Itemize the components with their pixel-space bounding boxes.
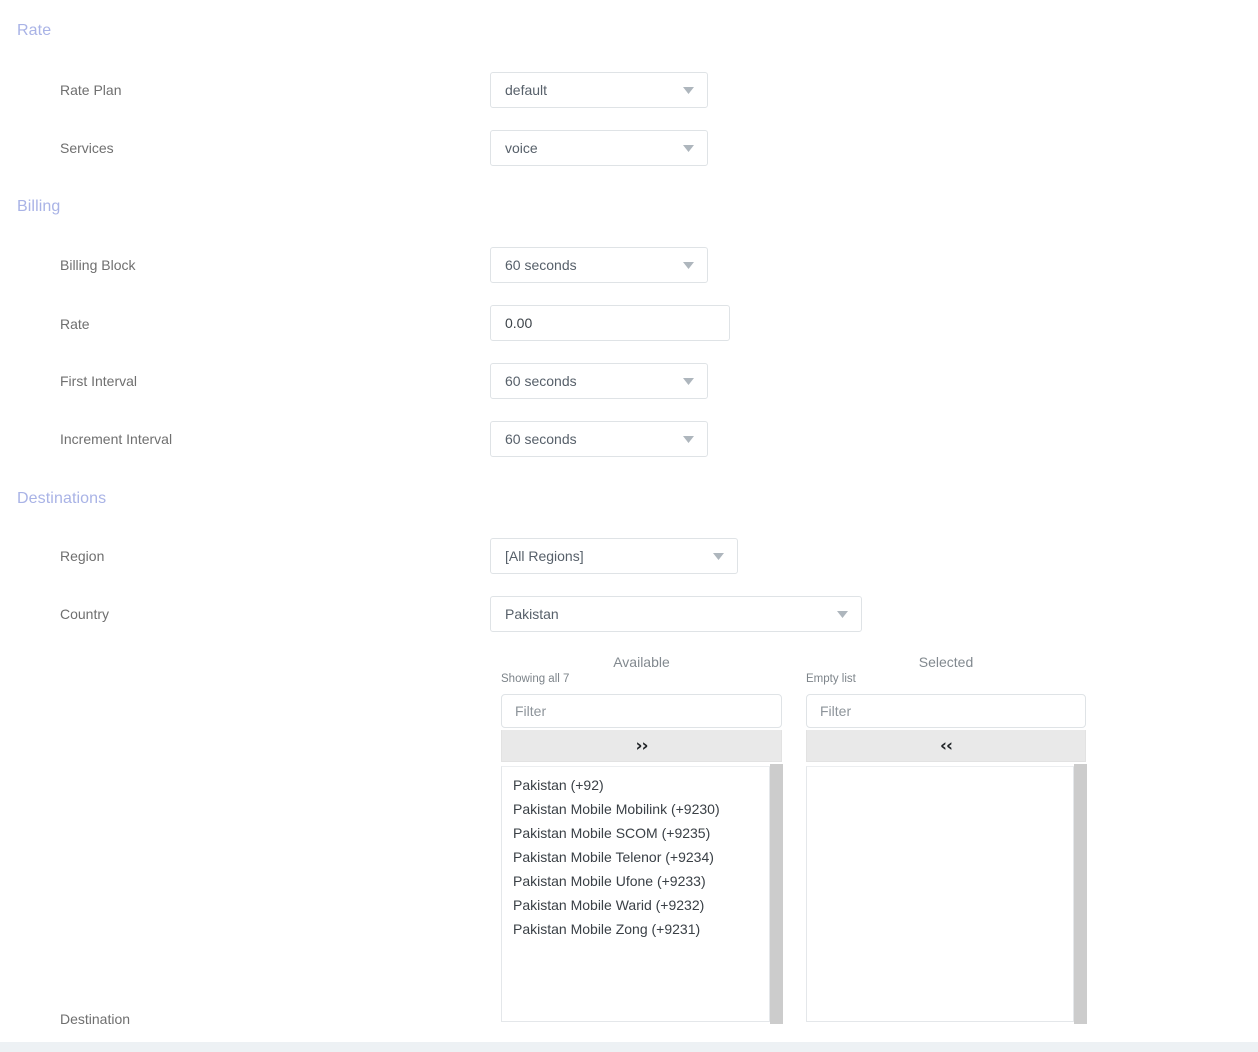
selected-panel-title: Selected [918, 654, 974, 670]
move-to-selected-button[interactable]: ›› [501, 730, 782, 762]
select-services-value: voice [505, 140, 538, 156]
chevron-down-icon [675, 435, 701, 443]
selected-list [807, 767, 1073, 773]
available-listbox[interactable]: Pakistan (+92) Pakistan Mobile Mobilink … [501, 766, 770, 1022]
select-country-value: Pakistan [505, 606, 559, 622]
label-destination: Destination [60, 1011, 131, 1027]
select-increment-interval[interactable]: 60 seconds [490, 421, 708, 457]
list-item[interactable]: Pakistan Mobile Ufone (+9233) [502, 869, 769, 893]
list-item[interactable]: Pakistan Mobile Telenor (+9234) [502, 845, 769, 869]
select-rate-plan[interactable]: default [490, 72, 708, 108]
selected-filter-wrapper[interactable] [806, 694, 1086, 728]
available-panel-subtitle: Showing all 7 [501, 673, 570, 685]
select-first-interval[interactable]: 60 seconds [490, 363, 708, 399]
list-item[interactable]: Pakistan Mobile Warid (+9232) [502, 893, 769, 917]
selected-listbox[interactable] [806, 766, 1074, 1022]
double-chevron-right-icon: ›› [635, 735, 648, 756]
select-increment-interval-value: 60 seconds [505, 431, 577, 447]
available-panel-title: Available [613, 654, 670, 670]
available-filter-wrapper[interactable] [501, 694, 782, 728]
select-region[interactable]: [All Regions] [490, 538, 738, 574]
selected-list-scrollbar[interactable] [1074, 764, 1087, 1024]
label-country: Country [60, 606, 110, 622]
selected-panel-subtitle: Empty list [806, 673, 856, 685]
list-item[interactable]: Pakistan Mobile Zong (+9231) [502, 917, 769, 941]
selected-filter-input[interactable] [807, 703, 1085, 719]
select-region-value: [All Regions] [505, 548, 584, 564]
select-country[interactable]: Pakistan [490, 596, 862, 632]
chevron-down-icon [675, 377, 701, 385]
list-item[interactable]: Pakistan (+92) [502, 773, 769, 797]
section-header-destinations: Destinations [17, 490, 107, 507]
label-rate: Rate [60, 316, 90, 332]
label-services: Services [60, 140, 114, 156]
select-billing-block-value: 60 seconds [505, 257, 577, 273]
label-first-interval: First Interval [60, 373, 138, 389]
list-item[interactable]: Pakistan Mobile Mobilink (+9230) [502, 797, 769, 821]
available-filter-input[interactable] [502, 703, 781, 719]
chevron-down-icon [675, 144, 701, 152]
input-rate[interactable]: 0.00 [490, 305, 730, 341]
chevron-down-icon [675, 86, 701, 94]
list-item[interactable]: Pakistan Mobile SCOM (+9235) [502, 821, 769, 845]
select-rate-plan-value: default [505, 82, 548, 98]
chevron-down-icon [829, 610, 855, 618]
select-services[interactable]: voice [490, 130, 708, 166]
chevron-down-icon [675, 261, 701, 269]
input-rate-value: 0.00 [505, 315, 533, 331]
rate-editor-form: Rate Rate Plan default Services voice Bi… [0, 0, 1258, 1042]
double-chevron-left-icon: ‹‹ [939, 735, 953, 756]
footer-band [0, 1042, 1258, 1052]
select-first-interval-value: 60 seconds [505, 373, 577, 389]
label-region: Region [60, 548, 105, 564]
section-header-rate: Rate [17, 22, 52, 39]
section-header-billing: Billing [17, 198, 61, 215]
move-to-available-button[interactable]: ‹‹ [806, 730, 1086, 762]
label-rate-plan: Rate Plan [60, 82, 122, 98]
select-billing-block[interactable]: 60 seconds [490, 247, 708, 283]
label-billing-block: Billing Block [60, 257, 136, 273]
chevron-down-icon [705, 552, 731, 560]
available-list-scrollbar[interactable] [770, 764, 783, 1024]
label-increment-interval: Increment Interval [60, 431, 173, 447]
available-list: Pakistan (+92) Pakistan Mobile Mobilink … [502, 767, 769, 941]
